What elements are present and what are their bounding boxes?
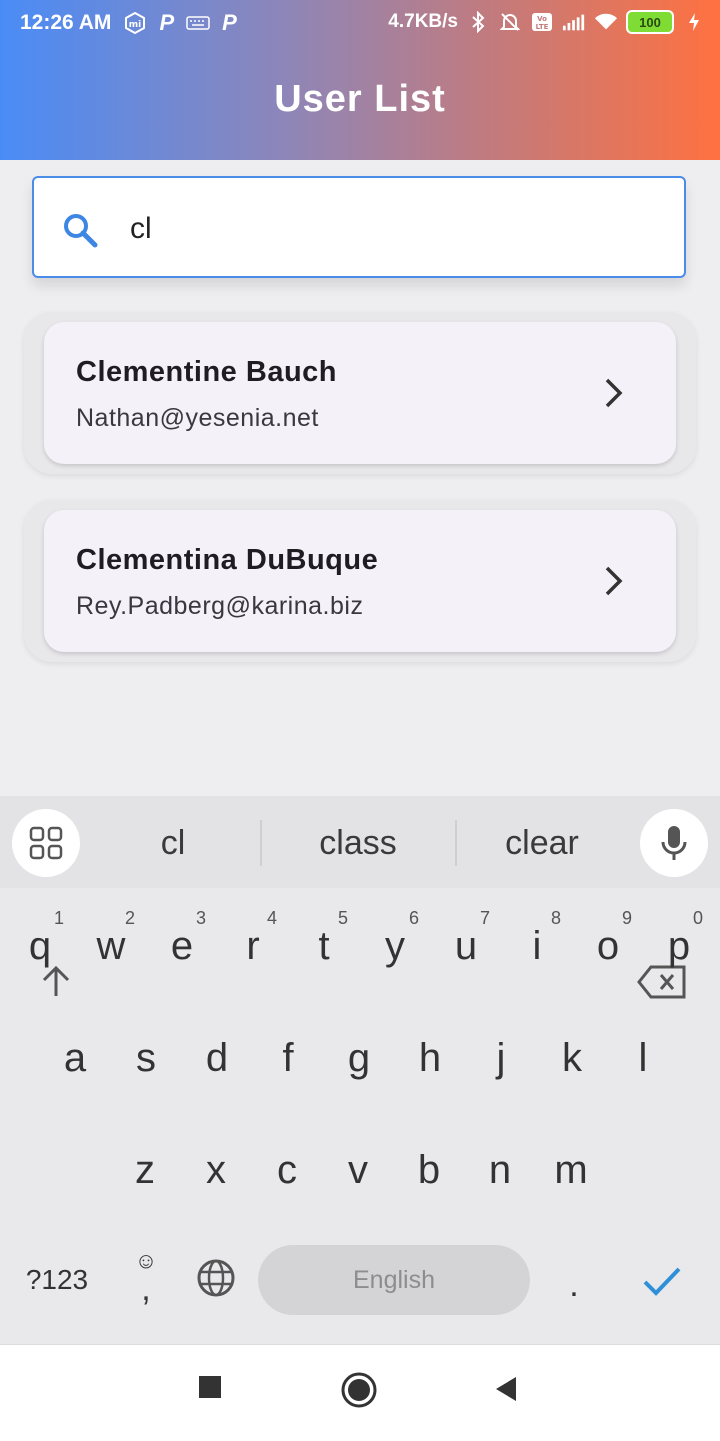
key-j[interactable]: j <box>471 1036 531 1081</box>
key-r[interactable]: r <box>223 924 283 969</box>
notifications-off-icon <box>498 10 522 34</box>
app-header: 12:26 AM mi P P 4.7KB/s Vo LTE 100 User … <box>0 0 720 160</box>
search-icon <box>60 210 100 250</box>
recents-button[interactable] <box>198 1375 222 1399</box>
voice-input-button[interactable] <box>640 809 708 877</box>
home-button[interactable] <box>340 1371 378 1409</box>
parking-app-icon: P <box>159 10 175 35</box>
backspace-key[interactable] <box>632 964 692 1010</box>
key-hint-6: 6 <box>409 908 420 928</box>
key-hint-8: 8 <box>551 908 562 928</box>
period-key[interactable]: . <box>544 1266 604 1305</box>
svg-text:Vo: Vo <box>537 15 547 23</box>
network-speed: 4.7KB/s <box>388 11 458 32</box>
language-globe-icon[interactable] <box>186 1258 246 1308</box>
key-v[interactable]: v <box>328 1148 388 1193</box>
emoji-icon[interactable]: ☺ <box>116 1248 176 1274</box>
key-l[interactable]: l <box>613 1036 673 1081</box>
shift-key[interactable] <box>26 964 86 1010</box>
key-e[interactable]: e <box>152 924 212 969</box>
key-b[interactable]: b <box>399 1148 459 1193</box>
key-a[interactable]: a <box>45 1036 105 1081</box>
checkmark-icon <box>643 1267 681 1296</box>
key-hint-4: 4 <box>267 908 278 928</box>
chevron-right-icon <box>602 564 626 598</box>
key-hint-0: 0 <box>693 908 704 928</box>
comma-key[interactable]: , <box>116 1270 176 1309</box>
suggestion-1[interactable]: cl <box>83 824 263 863</box>
soft-keyboard: cl class clear ?123 , ☺ English . q1w2e3… <box>0 796 720 1344</box>
key-t[interactable]: t <box>294 924 354 969</box>
key-n[interactable]: n <box>470 1148 530 1193</box>
triangle-back-icon <box>496 1377 516 1401</box>
shift-arrow-icon <box>42 965 70 996</box>
user-list-item[interactable]: Clementina DuBuque Rey.Padberg@karina.bi… <box>44 510 676 652</box>
key-u[interactable]: u <box>436 924 496 969</box>
back-button[interactable] <box>494 1375 518 1403</box>
user-email: Nathan@yesenia.net <box>76 404 319 432</box>
svg-text:mi: mi <box>129 20 141 30</box>
suggestion-2[interactable]: class <box>268 824 448 863</box>
key-hint-3: 3 <box>196 908 207 928</box>
key-c[interactable]: c <box>257 1148 317 1193</box>
key-d[interactable]: d <box>187 1036 247 1081</box>
symbols-key[interactable]: ?123 <box>14 1264 100 1296</box>
key-p[interactable]: p <box>649 924 709 969</box>
suggestion-3[interactable]: clear <box>452 824 632 863</box>
charging-icon <box>682 10 706 34</box>
space-bar[interactable]: English <box>258 1245 530 1315</box>
page-title: User List <box>274 78 446 120</box>
svg-text:LTE: LTE <box>536 23 549 31</box>
key-hint-7: 7 <box>480 908 491 928</box>
apps-grid-button[interactable] <box>12 809 80 877</box>
key-hint-2: 2 <box>125 908 136 928</box>
key-q[interactable]: q <box>10 924 70 969</box>
grid-icon <box>29 826 63 860</box>
key-x[interactable]: x <box>186 1148 246 1193</box>
key-w[interactable]: w <box>81 924 141 969</box>
key-hint-5: 5 <box>338 908 349 928</box>
keyboard-icon <box>186 11 210 35</box>
key-hint-1: 1 <box>54 908 65 928</box>
volte-icon: Vo LTE <box>530 10 554 34</box>
key-s[interactable]: s <box>116 1036 176 1081</box>
key-h[interactable]: h <box>400 1036 460 1081</box>
enter-key[interactable] <box>632 1262 692 1307</box>
key-k[interactable]: k <box>542 1036 602 1081</box>
user-card: Clementina DuBuque Rey.Padberg@karina.bi… <box>24 500 696 662</box>
key-m[interactable]: m <box>541 1148 601 1193</box>
parking-app-icon-2: P <box>222 10 237 35</box>
status-bar: 12:26 AM mi P P 4.7KB/s Vo LTE 100 <box>0 0 720 50</box>
square-icon <box>199 1376 221 1398</box>
user-card: Clementine Bauch Nathan@yesenia.net <box>24 312 696 474</box>
user-name: Clementina DuBuque <box>76 544 379 576</box>
key-f[interactable]: f <box>258 1036 318 1081</box>
microphone-icon <box>661 826 687 860</box>
key-g[interactable]: g <box>329 1036 389 1081</box>
user-email: Rey.Padberg@karina.biz <box>76 592 364 620</box>
key-hint-9: 9 <box>622 908 633 928</box>
signal-icon <box>562 10 586 34</box>
search-box[interactable] <box>32 176 686 278</box>
system-nav-bar <box>0 1344 720 1441</box>
user-list-item[interactable]: Clementine Bauch Nathan@yesenia.net <box>44 322 676 464</box>
circle-home-icon <box>341 1372 377 1408</box>
wifi-icon <box>594 10 618 34</box>
battery-indicator: 100 <box>626 10 674 34</box>
suggestion-divider <box>260 820 262 866</box>
key-y[interactable]: y <box>365 924 425 969</box>
key-o[interactable]: o <box>578 924 638 969</box>
status-time: 12:26 AM <box>20 11 112 34</box>
suggestion-bar: cl class clear <box>0 796 720 888</box>
mi-icon: mi <box>123 11 147 35</box>
backspace-icon <box>637 965 686 999</box>
key-z[interactable]: z <box>115 1148 175 1193</box>
chevron-right-icon <box>602 376 626 410</box>
user-name: Clementine Bauch <box>76 356 337 388</box>
bluetooth-icon <box>466 10 490 34</box>
search-input[interactable] <box>128 208 652 250</box>
key-i[interactable]: i <box>507 924 567 969</box>
